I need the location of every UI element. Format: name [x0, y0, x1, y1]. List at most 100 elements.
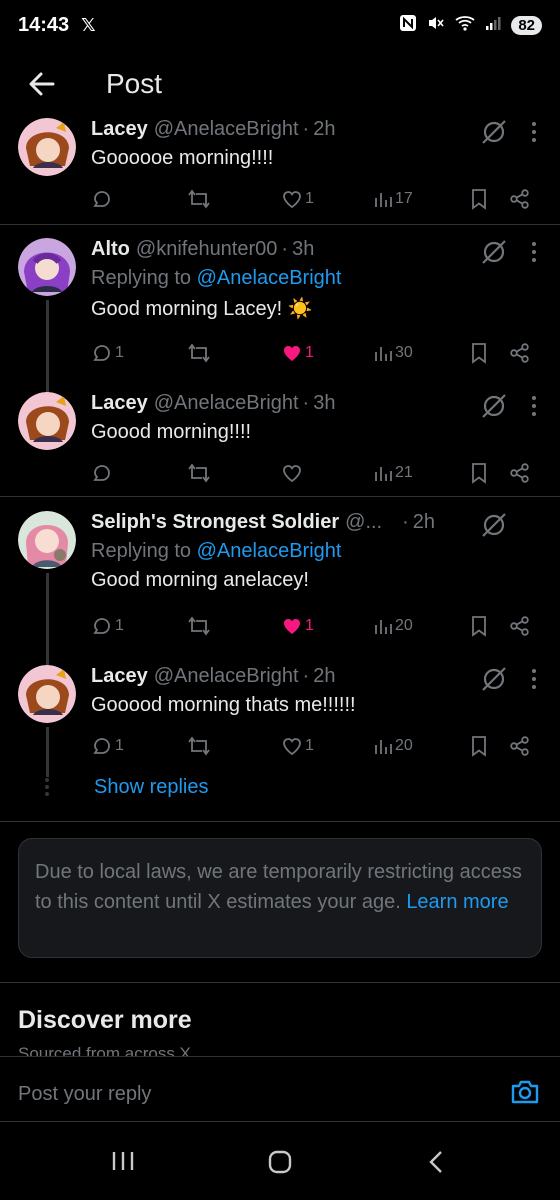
replying-to-label: Replying to	[91, 540, 197, 562]
page-title: Post	[106, 68, 163, 99]
post-item[interactable]: Alto @knifehunter00 · 3h Replying to @An…	[0, 238, 560, 396]
reply-composer[interactable]: Post your reply	[0, 1056, 560, 1122]
post-item[interactable]: Lacey @AnelaceBright · 2h Goooooe mornin…	[0, 118, 560, 224]
show-replies-link[interactable]: Show replies	[94, 776, 209, 799]
post-time[interactable]: 3h	[313, 392, 335, 415]
views-button[interactable]: 20	[373, 611, 413, 641]
post-item[interactable]: Lacey @AnelaceBright · 2h Gooood morning…	[0, 665, 560, 777]
repost-button[interactable]	[187, 338, 213, 368]
view-count: 20	[395, 737, 413, 754]
home-icon[interactable]	[267, 1150, 293, 1174]
reply-icon	[93, 618, 110, 634]
repost-button[interactable]	[187, 731, 213, 761]
more-options-icon[interactable]	[530, 120, 538, 144]
user-handle[interactable]: @...	[345, 511, 382, 534]
system-navigation-bar	[0, 1122, 560, 1200]
repost-button[interactable]	[187, 611, 213, 641]
display-name[interactable]: Lacey	[91, 118, 148, 141]
recent-apps-icon[interactable]	[110, 1150, 136, 1172]
user-handle[interactable]: @AnelaceBright	[154, 118, 299, 141]
share-button[interactable]	[509, 338, 531, 368]
grok-icon[interactable]	[480, 118, 508, 146]
like-button[interactable]	[281, 458, 305, 488]
replying-to-label: Replying to	[91, 267, 197, 289]
more-options-icon[interactable]	[530, 240, 538, 264]
reply-button[interactable]	[91, 184, 115, 214]
views-button[interactable]: 30	[373, 338, 413, 368]
bookmark-button[interactable]	[469, 731, 489, 761]
reply-button[interactable]: 1	[91, 338, 124, 368]
bookmark-button[interactable]	[469, 611, 489, 641]
separator-dot: ·	[281, 238, 289, 260]
post-time[interactable]: 2h	[413, 511, 435, 534]
reply-icon	[93, 191, 110, 207]
repost-icon	[188, 736, 210, 756]
display-name[interactable]: Lacey	[91, 665, 148, 688]
reply-input-placeholder[interactable]: Post your reply	[18, 1083, 151, 1106]
divider	[0, 821, 560, 822]
share-icon	[510, 736, 529, 756]
like-button[interactable]: 1	[281, 611, 314, 641]
reply-button[interactable]: 1	[91, 731, 124, 761]
views-icon	[375, 740, 392, 754]
views-button[interactable]: 21	[373, 458, 413, 488]
display-name[interactable]: Alto	[91, 238, 130, 261]
repost-button[interactable]	[187, 458, 213, 488]
reply-icon	[93, 465, 110, 481]
mention-link[interactable]: @AnelaceBright	[197, 267, 342, 289]
post-item[interactable]: Lacey @AnelaceBright · 3h Goood morning!…	[0, 392, 560, 496]
share-button[interactable]	[509, 731, 531, 761]
more-options-icon[interactable]	[530, 667, 538, 691]
like-button[interactable]: 1	[281, 338, 314, 368]
grok-icon[interactable]	[480, 665, 508, 693]
post-time[interactable]: 2h	[313, 118, 335, 141]
display-name[interactable]: Lacey	[91, 392, 148, 415]
share-button[interactable]	[509, 458, 531, 488]
avatar[interactable]	[18, 238, 76, 296]
post-time[interactable]: 2h	[313, 665, 335, 688]
bookmark-button[interactable]	[469, 184, 489, 214]
bookmark-icon	[472, 343, 486, 364]
grok-icon[interactable]	[480, 392, 508, 420]
bookmark-button[interactable]	[469, 458, 489, 488]
user-handle[interactable]: @AnelaceBright	[154, 392, 299, 415]
reply-button[interactable]	[91, 458, 115, 488]
post-time[interactable]: 3h	[292, 238, 314, 261]
like-count: 1	[305, 737, 314, 754]
share-button[interactable]	[509, 611, 531, 641]
repost-icon	[188, 463, 210, 483]
display-name[interactable]: Seliph's Strongest Soldier	[91, 511, 339, 534]
discover-more-heading: Discover more	[18, 1006, 192, 1034]
post-item[interactable]: Seliph's Strongest Soldier @... · 2h Rep…	[0, 511, 560, 669]
views-button[interactable]: 17	[373, 184, 413, 214]
thread-continuation-dots	[45, 778, 49, 796]
post-actions: 1 1 20	[91, 731, 541, 761]
back-button[interactable]	[22, 64, 62, 104]
reply-button[interactable]: 1	[91, 611, 124, 641]
post-text: Goooooe morning!!!!	[91, 147, 274, 169]
user-handle[interactable]: @knifehunter00	[136, 238, 278, 261]
top-app-bar: Post	[0, 50, 560, 118]
share-button[interactable]	[509, 184, 531, 214]
like-button[interactable]: 1	[281, 731, 314, 761]
like-button[interactable]: 1	[281, 184, 314, 214]
back-nav-icon[interactable]	[426, 1150, 446, 1174]
views-icon	[375, 620, 392, 634]
repost-button[interactable]	[187, 184, 213, 214]
more-options-icon[interactable]	[530, 394, 538, 418]
avatar[interactable]	[18, 118, 76, 176]
avatar[interactable]	[18, 511, 76, 569]
separator-dot: ·	[302, 665, 310, 687]
avatar[interactable]	[18, 392, 76, 450]
bookmark-button[interactable]	[469, 338, 489, 368]
divider	[0, 224, 560, 225]
post-thread[interactable]: Lacey @AnelaceBright · 2h Goooooe mornin…	[0, 118, 560, 1056]
views-button[interactable]: 20	[373, 731, 413, 761]
camera-icon[interactable]	[510, 1079, 540, 1105]
grok-icon[interactable]	[480, 511, 508, 539]
user-handle[interactable]: @AnelaceBright	[154, 665, 299, 688]
mention-link[interactable]: @AnelaceBright	[197, 540, 342, 562]
avatar[interactable]	[18, 665, 76, 723]
grok-icon[interactable]	[480, 238, 508, 266]
learn-more-link[interactable]: Learn more	[406, 891, 508, 913]
